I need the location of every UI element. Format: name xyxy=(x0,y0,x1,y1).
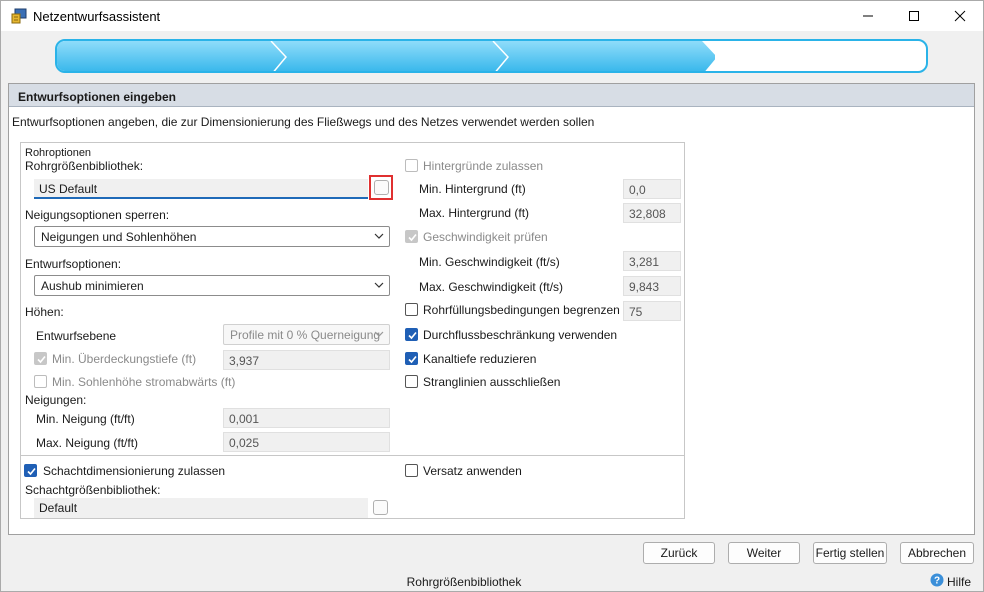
window-title: Netzentwurfsassistent xyxy=(33,9,161,24)
wizard-progress-fill xyxy=(57,41,715,71)
structure-library-label: Schachtgrößenbibliothek: xyxy=(25,483,161,497)
min-cover-checkbox[interactable] xyxy=(34,352,47,365)
panel-header: Entwurfsoptionen eingeben xyxy=(9,84,974,107)
app-icon xyxy=(11,8,27,24)
max-background-label: Max. Hintergrund (ft) xyxy=(419,206,530,220)
apply-offset-label: Versatz anwenden xyxy=(423,464,522,478)
chevron-down-icon xyxy=(374,233,384,239)
min-velocity-label: Min. Geschwindigkeit (ft/s) xyxy=(419,255,560,269)
max-velocity-label: Max. Geschwindigkeit (ft/s) xyxy=(419,280,564,294)
slopes-label: Neigungen: xyxy=(25,393,87,407)
pipe-options-group-title: Rohroptionen xyxy=(25,147,92,159)
back-button[interactable]: Zurück xyxy=(643,542,715,564)
limit-fill-field[interactable]: 75 xyxy=(623,301,681,321)
exclude-branches-checkbox[interactable] xyxy=(405,375,418,388)
structure-sizing-checkbox[interactable] xyxy=(24,464,37,477)
apply-offset-checkbox[interactable] xyxy=(405,464,418,477)
maximize-button[interactable] xyxy=(891,1,937,31)
heights-label: Höhen: xyxy=(25,305,64,319)
cancel-button[interactable]: Abbrechen xyxy=(900,542,974,564)
check-velocity-label: Geschwindigkeit prüfen xyxy=(423,230,548,244)
design-options-label: Entwurfsoptionen: xyxy=(25,257,122,271)
structure-library-browse-button[interactable] xyxy=(373,500,388,515)
options-panel: Entwurfsoptionen eingeben Entwurfsoption… xyxy=(8,83,975,535)
reduce-depth-label: Kanaltiefe reduzieren xyxy=(423,352,537,366)
status-bar: Rohrgrößenbibliothek ? Hilfe xyxy=(1,567,983,591)
checkmark-icon xyxy=(37,355,46,364)
close-icon xyxy=(954,10,966,22)
wizard-progress-bar xyxy=(55,39,928,73)
flow-constraint-label: Durchflussbeschränkung verwenden xyxy=(423,328,618,342)
min-slope-field[interactable]: 0,001 xyxy=(223,408,390,428)
minimize-icon xyxy=(863,15,873,17)
design-options-value: Aushub minimieren xyxy=(41,279,144,293)
wizard-progress-graphic xyxy=(57,41,717,71)
group-divider xyxy=(21,455,684,456)
flow-constraint-checkbox[interactable] xyxy=(405,328,418,341)
slope-lock-label: Neigungsoptionen sperren: xyxy=(25,208,170,222)
max-slope-field[interactable]: 0,025 xyxy=(223,432,390,452)
svg-text:?: ? xyxy=(934,576,940,587)
next-button[interactable]: Weiter xyxy=(728,542,800,564)
min-velocity-field[interactable]: 3,281 xyxy=(623,251,681,271)
min-slope-label: Min. Neigung (ft/ft) xyxy=(36,412,135,426)
min-background-field[interactable]: 0,0 xyxy=(623,179,681,199)
checkmark-icon xyxy=(408,233,417,242)
close-button[interactable] xyxy=(937,1,983,31)
help-icon[interactable]: ? xyxy=(930,573,944,587)
max-velocity-field[interactable]: 9,843 xyxy=(623,276,681,296)
pipe-library-browse-button[interactable] xyxy=(374,180,389,195)
max-background-field[interactable]: 32,808 xyxy=(623,203,681,223)
wizard-window: Netzentwurfsassistent Entwurfsoptionen e… xyxy=(0,0,984,592)
maximize-icon xyxy=(909,11,919,21)
structure-sizing-label: Schachtdimensionierung zulassen xyxy=(43,464,226,478)
design-plane-value: Profile mit 0 % Querneigung xyxy=(230,328,381,342)
min-invert-checkbox[interactable] xyxy=(34,375,47,388)
status-text: Rohrgrößenbibliothek xyxy=(406,575,522,589)
limit-fill-checkbox[interactable] xyxy=(405,303,418,316)
chevron-down-icon xyxy=(374,282,384,288)
design-plane-select[interactable]: Profile mit 0 % Querneigung xyxy=(223,324,390,345)
slope-lock-select[interactable]: Neigungen und Sohlenhöhen xyxy=(34,226,390,247)
finish-button[interactable]: Fertig stellen xyxy=(813,542,887,564)
min-cover-field[interactable]: 3,937 xyxy=(223,350,390,370)
slope-lock-value: Neigungen und Sohlenhöhen xyxy=(41,230,197,244)
design-options-select[interactable]: Aushub minimieren xyxy=(34,275,390,296)
pipe-library-field[interactable]: US Default xyxy=(34,179,368,199)
allow-backgrounds-label: Hintergründe zulassen xyxy=(423,159,544,173)
help-link[interactable]: Hilfe xyxy=(947,575,971,589)
min-cover-label: Min. Überdeckungstiefe (ft) xyxy=(52,352,197,366)
pipe-library-label: Rohrgrößenbibliothek: xyxy=(25,159,144,173)
checkmark-icon xyxy=(408,331,417,340)
check-velocity-checkbox[interactable] xyxy=(405,230,418,243)
checkmark-icon xyxy=(408,355,417,364)
allow-backgrounds-checkbox[interactable] xyxy=(405,159,418,172)
limit-fill-label: Rohrfüllungsbedingungen begrenzen (%) xyxy=(423,303,642,317)
design-plane-label: Entwurfsebene xyxy=(36,329,117,343)
structure-library-field[interactable]: Default xyxy=(34,498,368,518)
min-invert-label: Min. Sohlenhöhe stromabwärts (ft) xyxy=(52,375,236,389)
exclude-branches-label: Stranglinien ausschließen xyxy=(423,375,561,389)
max-slope-label: Max. Neigung (ft/ft) xyxy=(36,436,139,450)
title-bar: Netzentwurfsassistent xyxy=(1,1,983,31)
chevron-down-icon xyxy=(374,331,384,337)
reduce-depth-checkbox[interactable] xyxy=(405,352,418,365)
checkmark-icon xyxy=(27,467,36,476)
minimize-button[interactable] xyxy=(845,1,891,31)
min-background-label: Min. Hintergrund (ft) xyxy=(419,182,526,196)
panel-description: Entwurfsoptionen angeben, die zur Dimens… xyxy=(12,115,595,129)
